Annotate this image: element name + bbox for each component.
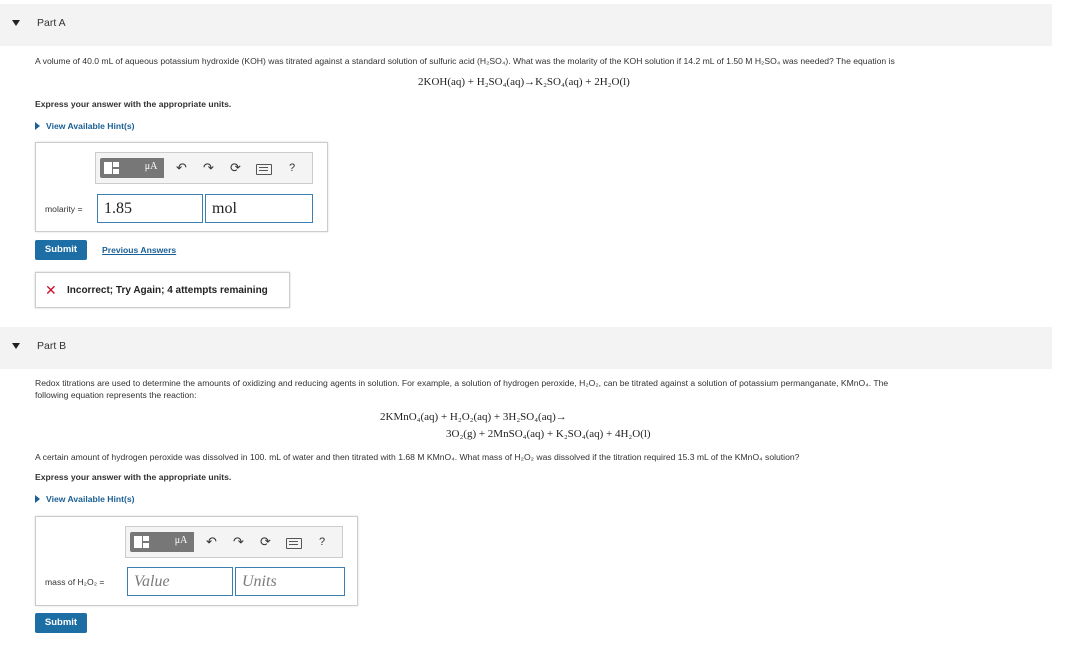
value-input[interactable]: Value xyxy=(127,567,233,596)
previous-answers-link[interactable]: Previous Answers xyxy=(102,245,176,255)
part-b-hint-link[interactable]: View Available Hint(s) xyxy=(35,494,135,504)
part-a-instruction: Express your answer with the appropriate… xyxy=(35,99,232,109)
units-input[interactable]: mol xyxy=(205,194,313,223)
error-x-icon: ✕ xyxy=(45,282,57,298)
units-input[interactable]: Units xyxy=(235,567,345,596)
reset-icon[interactable]: ⟳ xyxy=(260,535,271,549)
part-b-instruction: Express your answer with the appropriate… xyxy=(35,472,232,482)
part-b-equation-1: 2KMnO₄(aq) + H₂O₂(aq) + 3H₂SO₄(aq)→ xyxy=(380,411,567,423)
submit-button[interactable]: Submit xyxy=(35,613,87,633)
part-b-header[interactable]: Part B xyxy=(0,327,1052,369)
part-b-title: Part B xyxy=(37,340,67,352)
part-b-question: A certain amount of hydrogen peroxide wa… xyxy=(35,452,800,462)
part-a-header[interactable]: Part A xyxy=(0,4,1052,46)
part-a-equation: 2KOH(aq) + H₂SO₄(aq)→K₂SO₄(aq) + 2H₂O(l) xyxy=(418,76,630,88)
value-input[interactable]: 1.85 xyxy=(97,194,203,223)
redo-icon[interactable]: ↷ xyxy=(203,161,214,175)
answer-label: mass of H₂O₂ = xyxy=(45,577,105,587)
redo-icon[interactable]: ↷ xyxy=(233,535,244,549)
units-button[interactable]: μA xyxy=(138,158,164,178)
templates-icon[interactable] xyxy=(100,158,140,178)
math-toolbar: μA ↶ ↷ ⟳ ? xyxy=(125,526,343,558)
hint-label: View Available Hint(s) xyxy=(46,121,135,131)
undo-icon[interactable]: ↶ xyxy=(176,161,187,175)
hint-label: View Available Hint(s) xyxy=(46,494,135,504)
expand-arrow-icon xyxy=(35,122,40,130)
part-a-answer-box: μA ↶ ↷ ⟳ ? molarity = 1.85 mol xyxy=(35,142,328,232)
part-b-equation-2: 3O₂(g) + 2MnSO₄(aq) + K₂SO₄(aq) + 4H₂O(l… xyxy=(446,428,651,440)
undo-icon[interactable]: ↶ xyxy=(206,535,217,549)
part-b-intro: Redox titrations are used to determine t… xyxy=(35,378,889,388)
answer-label: molarity = xyxy=(45,204,83,214)
keyboard-icon[interactable] xyxy=(286,538,302,549)
part-b-answer-box: μA ↶ ↷ ⟳ ? mass of H₂O₂ = Value Units xyxy=(35,516,358,606)
part-b-intro-2: following equation represents the reacti… xyxy=(35,390,197,400)
feedback-box: ✕ Incorrect; Try Again; 4 attempts remai… xyxy=(35,272,290,308)
units-button[interactable]: μA xyxy=(168,532,194,552)
keyboard-icon[interactable] xyxy=(256,164,272,175)
templates-icon[interactable] xyxy=(130,532,170,552)
expand-arrow-icon xyxy=(35,495,40,503)
help-button[interactable]: ? xyxy=(289,161,295,175)
part-a-hint-link[interactable]: View Available Hint(s) xyxy=(35,121,135,131)
feedback-message: Incorrect; Try Again; 4 attempts remaini… xyxy=(67,285,268,296)
collapse-arrow-icon[interactable] xyxy=(12,20,20,26)
math-toolbar: μA ↶ ↷ ⟳ ? xyxy=(95,152,313,184)
reset-icon[interactable]: ⟳ xyxy=(230,161,241,175)
collapse-arrow-icon[interactable] xyxy=(12,343,20,349)
submit-button[interactable]: Submit xyxy=(35,240,87,260)
part-a-question: A volume of 40.0 mL of aqueous potassium… xyxy=(35,56,895,66)
part-a-title: Part A xyxy=(37,17,66,29)
help-button[interactable]: ? xyxy=(319,535,325,549)
